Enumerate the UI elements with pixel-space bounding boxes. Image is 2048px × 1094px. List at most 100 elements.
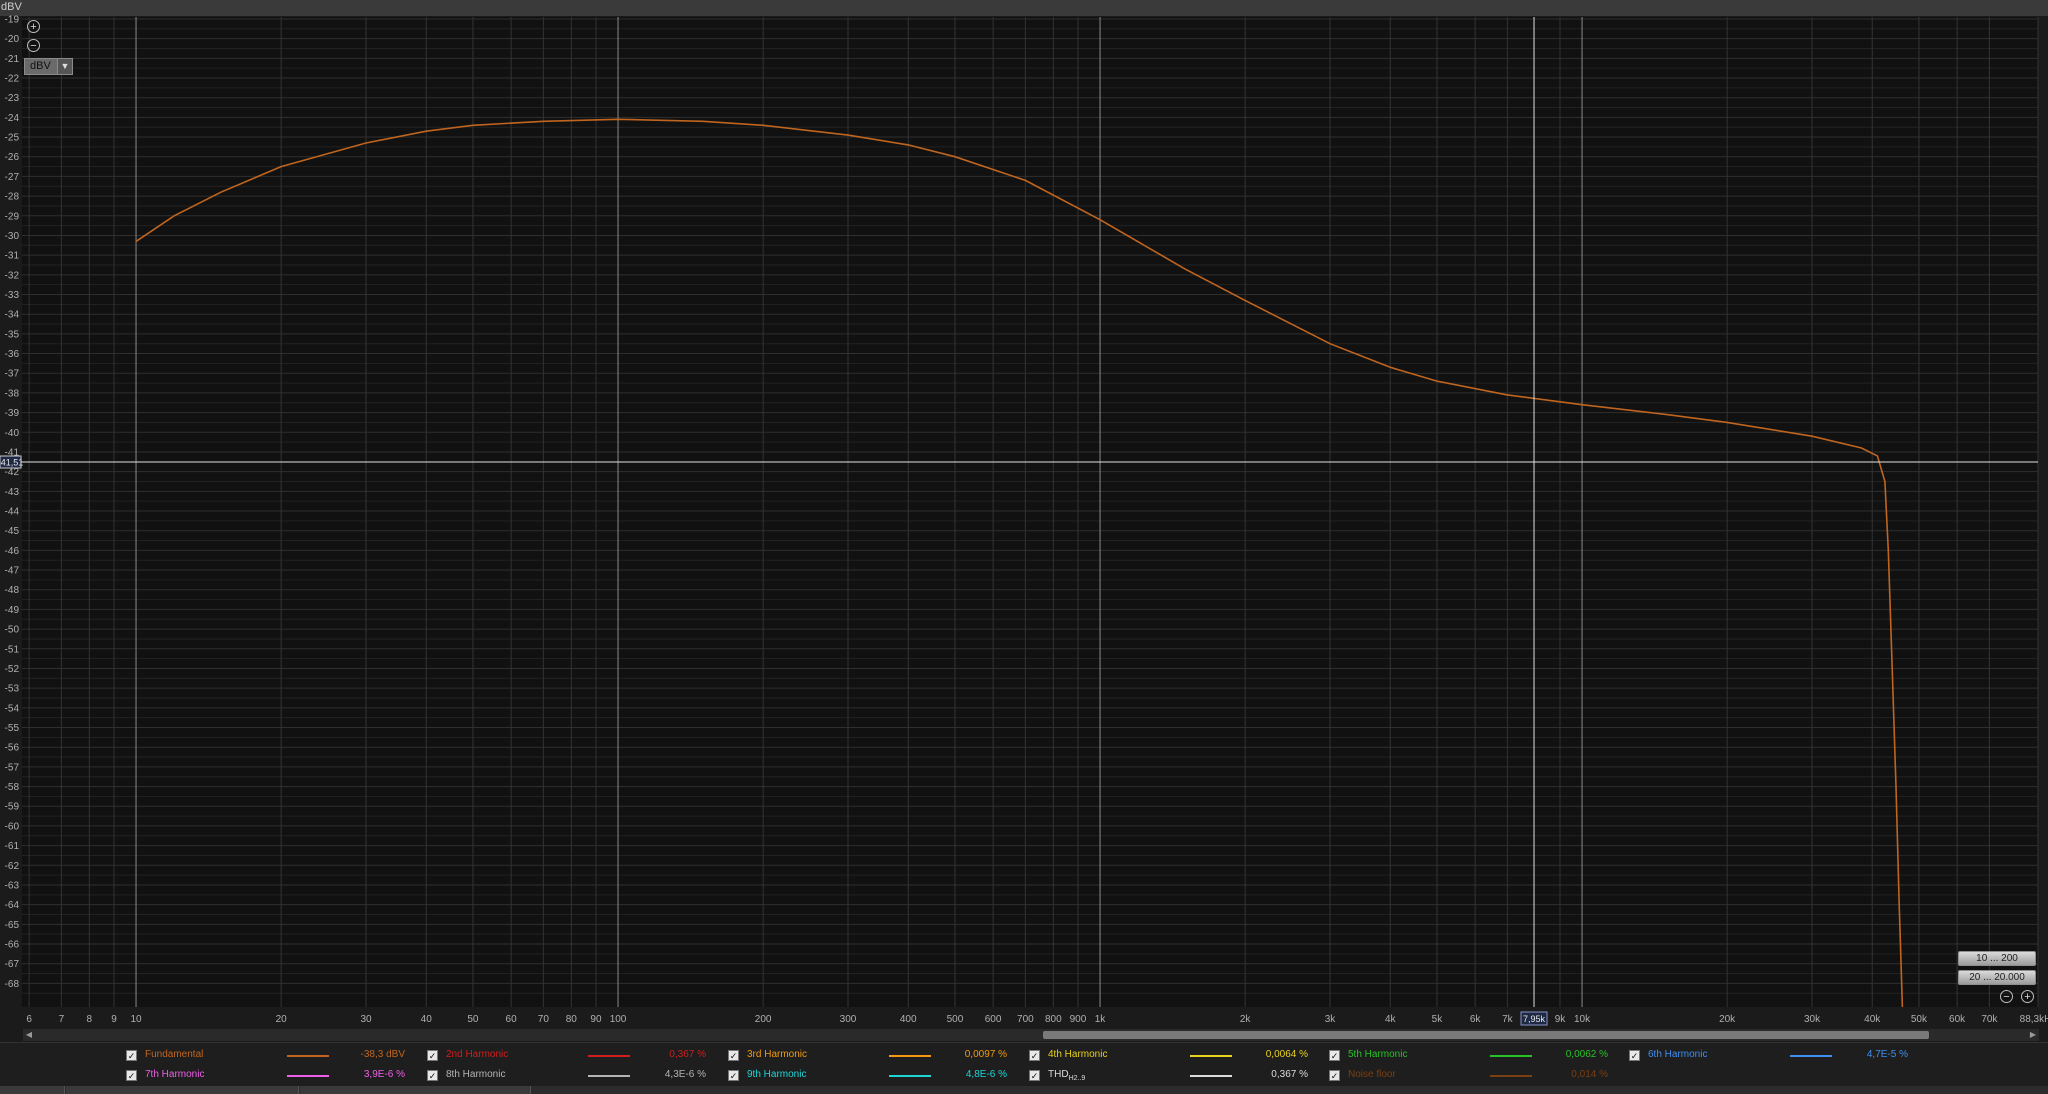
scroll-left-icon[interactable]: ◀ [23,1029,35,1041]
legend-checkbox[interactable]: ✓ [728,1050,739,1061]
legend-line-swatch [1190,1055,1232,1057]
x-tick-label: 2k [1240,1014,1252,1025]
plot-area [22,17,2038,1007]
legend-checkbox[interactable]: ✓ [728,1070,739,1081]
bottom-tab[interactable] [0,1086,65,1094]
legend-line-swatch [889,1055,931,1057]
legend-checkbox[interactable]: ✓ [1029,1070,1040,1081]
y-tick-label: -22 [5,74,20,85]
y-tick-label: -37 [5,369,20,380]
x-tick-label: 30 [360,1014,372,1025]
x-tick-label: 9 [111,1014,117,1025]
x-tick-label: 40k [1864,1014,1881,1025]
legend-label: 3rd Harmonic [747,1049,808,1060]
legend-label: 8th Harmonic [446,1069,506,1080]
legend-value: 4,3E-6 % [664,1069,706,1080]
y-tick-label: -34 [5,310,20,321]
y-tick-label: -23 [5,93,20,104]
legend-line-swatch [1190,1075,1232,1077]
legend-line-swatch [287,1055,329,1057]
y-tick-label: -30 [5,231,20,242]
frequency-response-chart[interactable]: -19 -20 -21 -22 -23 -24 -25 -26 -27 -28 -29 -30 -31 -… [0,0,2048,1094]
y-tick-label: -44 [5,507,20,518]
y-tick-label: -26 [5,152,20,163]
x-tick-label: 600 [985,1014,1002,1025]
y-tick-label: -58 [5,782,20,793]
y-tick-label: -51 [5,644,20,655]
x-tick-label: 88,3kHz [2020,1014,2048,1025]
x-tick-label: 4k [1385,1014,1397,1025]
scroll-thumb[interactable] [1043,1031,1929,1039]
legend-checkbox[interactable]: ✓ [427,1050,438,1061]
legend-label: Fundamental [145,1049,204,1060]
y-tick-label: -59 [5,802,20,813]
x-tick-label: 400 [900,1014,917,1025]
x-zoom-in-icon[interactable]: + [2021,990,2034,1003]
cursor-frequency-readout: 7,95k [1523,1014,1546,1024]
legend-line-swatch [889,1075,931,1077]
legend-checkbox[interactable]: ✓ [427,1070,438,1081]
legend-label: 4th Harmonic [1048,1049,1108,1060]
range-10-200-button[interactable]: 10 ... 200 [1958,951,2036,966]
y-tick-label: -28 [5,192,20,203]
legend-value: 4,7E-5 % [1866,1049,1908,1060]
legend-checkbox[interactable]: ✓ [126,1050,137,1061]
x-tick-label: 3k [1325,1014,1337,1025]
x-tick-label: 500 [947,1014,964,1025]
x-tick-label: 50k [1911,1014,1928,1025]
legend-line-swatch [287,1075,329,1077]
bottom-tab[interactable] [66,1086,299,1094]
x-tick-label: 40 [421,1014,433,1025]
legend-label: 2nd Harmonic [446,1049,509,1060]
legend-label: THDH2..9 [1048,1069,1086,1082]
y-tick-label: -46 [5,546,20,557]
chevron-down-icon[interactable]: ▼ [57,59,72,74]
y-tick-label: -66 [5,940,20,951]
y-tick-label: -49 [5,605,20,616]
legend-value: 0,0097 % [964,1049,1007,1060]
legend-label: 9th Harmonic [747,1069,807,1080]
legend-checkbox[interactable]: ✓ [1629,1050,1640,1061]
y-tick-label: -19 [5,14,20,25]
x-tick-label: 1k [1095,1014,1107,1025]
legend-line-swatch [588,1075,630,1077]
y-tick-label: -45 [5,526,20,537]
legend-line-swatch [1490,1075,1532,1077]
x-tick-label: 20k [1719,1014,1736,1025]
legend-panel: ✓ Fundamental -38,3 dBV ✓ 2nd Harmonic 0,367 … [0,1042,2048,1087]
y-tick-label: -32 [5,270,20,281]
y-tick-label: -42 [5,467,20,478]
unit-dropdown[interactable]: dBV ▼ [24,58,73,75]
zoom-out-icon[interactable]: − [27,39,40,52]
legend-checkbox[interactable]: ✓ [126,1070,137,1081]
legend-line-swatch [1790,1055,1832,1057]
scroll-right-icon[interactable]: ▶ [2027,1029,2039,1041]
legend-line-swatch [1490,1055,1532,1057]
zoom-in-icon[interactable]: + [27,20,40,33]
x-zoom-out-icon[interactable]: − [2000,990,2013,1003]
legend-checkbox[interactable]: ✓ [1329,1050,1340,1061]
x-tick-label: 300 [840,1014,857,1025]
legend-value: 0,0064 % [1265,1049,1308,1060]
legend-line-swatch [588,1055,630,1057]
x-tick-label: 6 [26,1014,32,1025]
range-20-20000-button[interactable]: 20 ... 20.000 [1958,970,2036,985]
legend-value: -38,3 dBV [360,1049,405,1060]
x-tick-label: 30k [1804,1014,1821,1025]
x-tick-label: 10k [1574,1014,1591,1025]
x-tick-label: 60k [1949,1014,1966,1025]
y-tick-label: -60 [5,821,20,832]
y-tick-label: -63 [5,880,20,891]
legend-checkbox[interactable]: ✓ [1329,1070,1340,1081]
y-tick-label: -61 [5,841,20,852]
y-tick-label: -57 [5,762,20,773]
y-tick-label: -50 [5,625,20,636]
y-tick-label: -40 [5,428,20,439]
horizontal-scrollbar[interactable]: ◀ ▶ [23,1029,2039,1041]
legend-value: 0,367 % [669,1049,706,1060]
bottom-tab[interactable] [300,1086,531,1094]
legend-checkbox[interactable]: ✓ [1029,1050,1040,1061]
x-tick-label: 50 [467,1014,479,1025]
y-tick-label: -68 [5,979,20,990]
legend-value: 4,8E-6 % [965,1069,1007,1080]
